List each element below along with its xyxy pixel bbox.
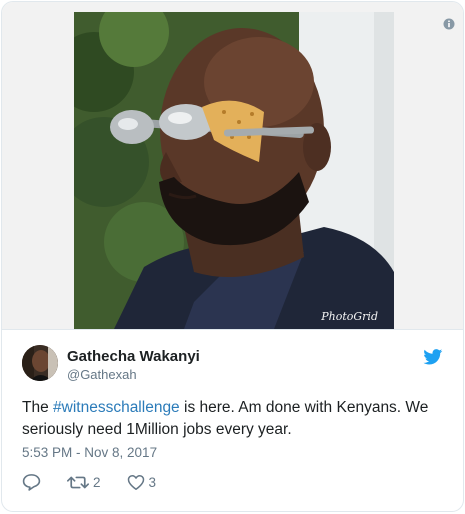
reply-icon <box>22 474 41 491</box>
retweet-icon <box>67 476 89 488</box>
photo-man-with-spoons <box>74 12 394 329</box>
retweet-count: 2 <box>93 474 101 490</box>
tweet-text: The #witnesschallenge is here. Am done w… <box>22 397 447 441</box>
tweet-header: Gathecha Wakanyi @Gathexah <box>22 345 443 385</box>
tweet-actions: 2 3 <box>22 472 182 492</box>
author-handle[interactable]: @Gathexah <box>67 366 200 383</box>
heart-icon <box>127 474 144 490</box>
hashtag-link[interactable]: #witnesschallenge <box>53 399 180 416</box>
like-count: 3 <box>148 474 157 490</box>
tweet-text-before: The <box>22 399 54 416</box>
tweet-media[interactable]: PhotoGrid <box>2 2 463 330</box>
tweet-timestamp[interactable]: 5:53 PM - Nov 8, 2017 <box>22 445 157 460</box>
info-icon[interactable] <box>443 18 455 30</box>
twitter-bird-icon[interactable] <box>423 349 443 365</box>
tweet-photo[interactable]: PhotoGrid <box>74 12 394 329</box>
avatar[interactable] <box>22 345 58 381</box>
photo-watermark: PhotoGrid <box>321 310 378 323</box>
like-button[interactable]: 3 <box>127 474 157 491</box>
retweet-button[interactable]: 2 <box>67 474 101 491</box>
author-display-name[interactable]: Gathecha Wakanyi <box>67 348 200 366</box>
embedded-tweet-card: PhotoGrid Gathecha Wakanyi @Gathexah The… <box>1 1 464 512</box>
reply-button[interactable] <box>22 473 41 491</box>
author-info[interactable]: Gathecha Wakanyi @Gathexah <box>67 348 200 383</box>
